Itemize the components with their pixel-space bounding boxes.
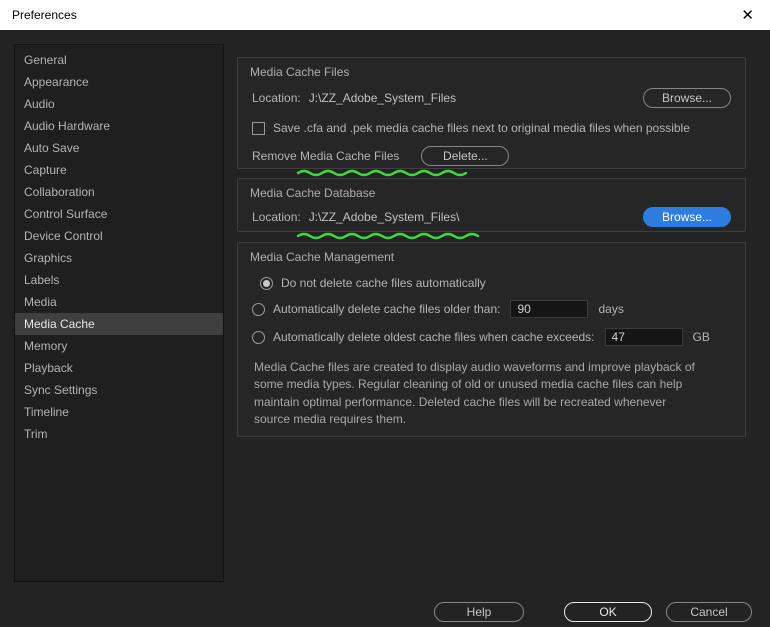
preferences-dialog: Preferences ✕ General Appearance Audio A… (0, 0, 770, 627)
sidebar-item-device-control[interactable]: Device Control (15, 225, 223, 247)
sidebar-item-media-cache[interactable]: Media Cache (15, 313, 223, 335)
radio-no-delete-row[interactable]: Do not delete cache files automatically (260, 276, 731, 290)
radio-no-delete[interactable] (260, 276, 273, 290)
exceeds-gb-input[interactable] (604, 328, 683, 346)
sidebar-item-collaboration[interactable]: Collaboration (15, 181, 223, 203)
media-cache-management-group: Media Cache Management Do not delete cac… (237, 242, 746, 437)
sidebar-item-capture[interactable]: Capture (15, 159, 223, 181)
save-next-checkbox[interactable] (252, 121, 265, 135)
older-than-unit-label: days (598, 302, 624, 316)
radio-older-than-row[interactable]: Automatically delete cache files older t… (252, 300, 731, 318)
sidebar-item-media[interactable]: Media (15, 291, 223, 313)
titlebar: Preferences ✕ (0, 0, 770, 30)
sidebar-item-general[interactable]: General (15, 49, 223, 71)
cache-management-description: Media Cache files are created to display… (254, 360, 695, 427)
cache-database-browse-button[interactable]: Browse... (642, 207, 731, 227)
location-row: Location: J:\ZZ_Adobe_System_Files Brows… (252, 88, 731, 177)
sidebar-item-timeline[interactable]: Timeline (15, 401, 223, 423)
sidebar-item-graphics[interactable]: Graphics (15, 247, 223, 269)
media-cache-database-group: Media Cache Database Location: J:\ZZ_Ado… (237, 178, 746, 240)
exceeds-unit-label: GB (692, 330, 710, 344)
dialog-footer: Help OK Cancel (434, 602, 752, 622)
sidebar-item-auto-save[interactable]: Auto Save (15, 137, 223, 159)
ok-button[interactable]: OK (564, 602, 652, 622)
window-title: Preferences (12, 8, 77, 22)
sidebar-item-playback[interactable]: Playback (15, 357, 223, 379)
sidebar-item-audio[interactable]: Audio (15, 93, 223, 115)
sidebar-item-control-surface[interactable]: Control Surface (15, 203, 223, 225)
delete-cache-button[interactable]: Delete... (421, 146, 510, 166)
annotation-squiggle (296, 232, 480, 240)
sidebar-item-memory[interactable]: Memory (15, 335, 223, 357)
dialog-body: General Appearance Audio Audio Hardware … (0, 30, 770, 627)
cache-files-browse-button[interactable]: Browse... (642, 88, 731, 108)
radio-older-than[interactable] (252, 302, 265, 316)
radio-older-than-label: Automatically delete cache files older t… (273, 302, 501, 316)
location-label: Location: (252, 91, 301, 105)
sidebar-item-trim[interactable]: Trim (15, 423, 223, 445)
location-row: Location: J:\ZZ_Adobe_System_Files\ Brow… (252, 207, 731, 240)
save-next-row[interactable]: Save .cfa and .pek media cache files nex… (252, 121, 731, 135)
annotation-squiggle (296, 169, 468, 177)
location-label: Location: (252, 210, 301, 224)
sidebar-item-appearance[interactable]: Appearance (15, 71, 223, 93)
preferences-category-list: General Appearance Audio Audio Hardware … (14, 44, 224, 582)
sidebar-item-sync-settings[interactable]: Sync Settings (15, 379, 223, 401)
radio-no-delete-label: Do not delete cache files automatically (281, 276, 486, 290)
save-next-checkbox-label: Save .cfa and .pek media cache files nex… (273, 121, 690, 135)
group-title: Media Cache Files (250, 65, 350, 79)
older-than-days-input[interactable] (510, 300, 589, 318)
media-cache-files-group: Media Cache Files Location: J:\ZZ_Adobe_… (237, 57, 746, 177)
group-title: Media Cache Management (250, 250, 395, 264)
close-icon[interactable]: ✕ (737, 6, 758, 25)
cache-files-location-value: J:\ZZ_Adobe_System_Files (308, 91, 457, 105)
remove-cache-row: Remove Media Cache Files Delete... (252, 146, 731, 166)
cache-database-location-value: J:\ZZ_Adobe_System_Files\ (308, 210, 460, 224)
sidebar-item-audio-hardware[interactable]: Audio Hardware (15, 115, 223, 137)
radio-exceeds-label: Automatically delete oldest cache files … (273, 330, 595, 344)
help-button[interactable]: Help (434, 602, 524, 622)
radio-exceeds-row[interactable]: Automatically delete oldest cache files … (252, 328, 731, 346)
radio-exceeds[interactable] (252, 330, 265, 344)
sidebar-item-labels[interactable]: Labels (15, 269, 223, 291)
group-title: Media Cache Database (250, 186, 376, 200)
remove-cache-label: Remove Media Cache Files (252, 149, 400, 163)
cancel-button[interactable]: Cancel (666, 602, 752, 622)
